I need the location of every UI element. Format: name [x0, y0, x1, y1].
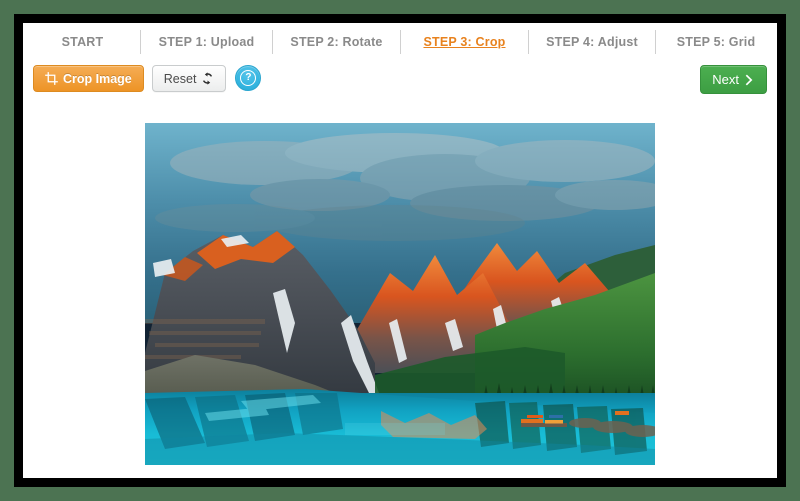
crop-image-button[interactable]: Crop Image [33, 65, 144, 92]
step-tab-label: STEP 4: Adjust [546, 34, 638, 49]
toolbar: Crop Image Reset ? Next [23, 58, 777, 103]
application-panel: START STEP 1: Upload STEP 2: Rotate STEP… [23, 23, 777, 478]
step-navigation: START STEP 1: Upload STEP 2: Rotate STEP… [23, 25, 777, 58]
step-tab-start[interactable]: START [25, 29, 141, 54]
photo-graphic [145, 123, 655, 465]
step-tab-label: STEP 1: Upload [158, 34, 255, 49]
application-window: START STEP 1: Upload STEP 2: Rotate STEP… [14, 14, 786, 487]
step-tab-label: STEP 2: Rotate [290, 34, 383, 49]
step-tab-grid[interactable]: STEP 5: Grid [656, 30, 776, 54]
question-mark-icon: ? [240, 70, 257, 86]
step-tab-label: START [61, 34, 104, 49]
crop-image-label: Crop Image [63, 71, 132, 86]
reset-label: Reset [163, 71, 197, 86]
chevron-right-icon [744, 74, 755, 86]
step-tab-crop[interactable]: STEP 3: Crop [401, 29, 529, 54]
moraine-lake-photo[interactable] [145, 123, 655, 465]
next-label: Next [712, 72, 739, 87]
next-button[interactable]: Next [700, 65, 767, 94]
step-tab-label: STEP 3: Crop [423, 34, 506, 49]
crop-icon [45, 72, 58, 85]
step-tab-adjust[interactable]: STEP 4: Adjust [529, 29, 656, 54]
refresh-icon [201, 72, 214, 85]
help-button[interactable]: ? [235, 65, 262, 91]
step-tab-rotate[interactable]: STEP 2: Rotate [273, 29, 401, 54]
step-tab-upload[interactable]: STEP 1: Upload [141, 29, 273, 54]
image-stage [23, 103, 777, 478]
reset-button[interactable]: Reset [151, 65, 227, 92]
step-tab-label: STEP 5: Grid [676, 34, 756, 49]
